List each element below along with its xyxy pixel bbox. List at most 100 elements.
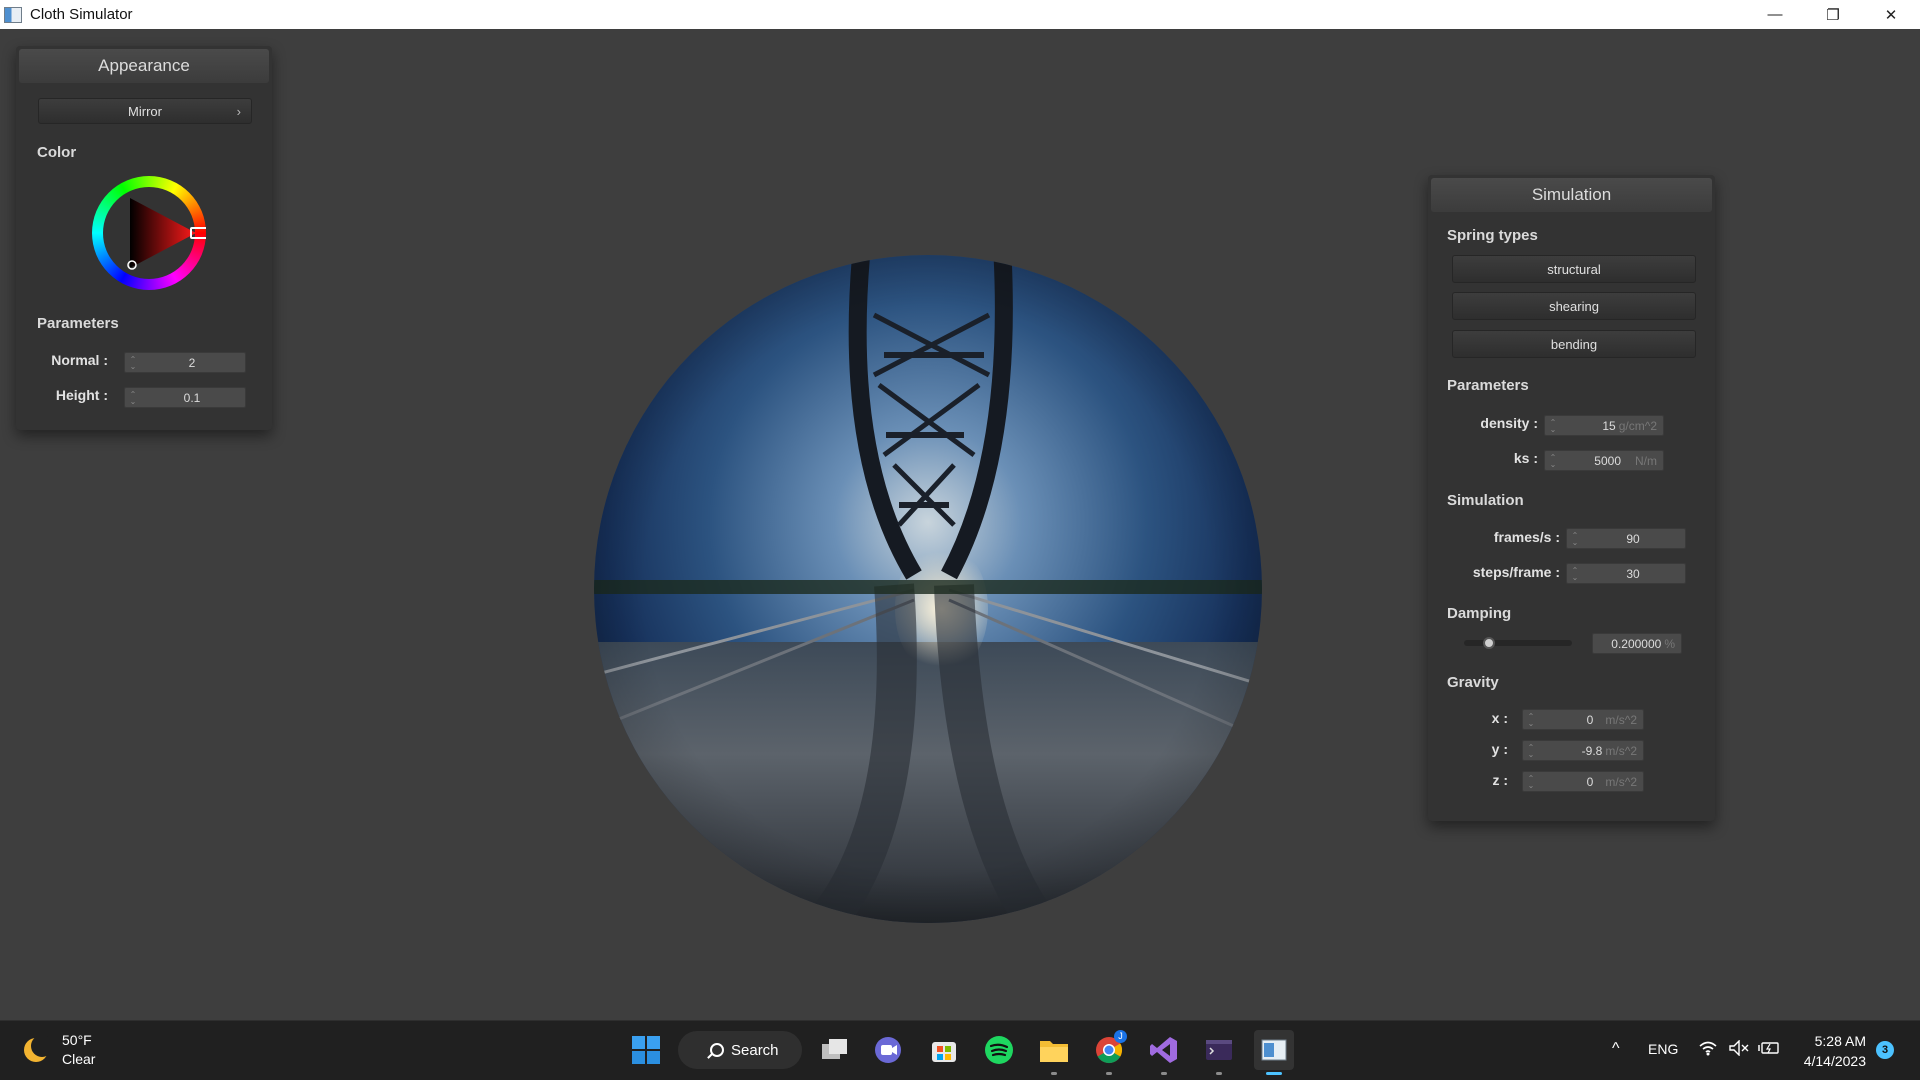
material-dropdown[interactable]: Mirror › [38, 98, 252, 124]
search-label: Search [731, 1041, 779, 1059]
material-value: Mirror [128, 103, 162, 119]
spotify-app-button[interactable] [979, 1030, 1019, 1070]
weather-temp: 50°F [62, 1032, 92, 1048]
spinner-arrows-icon[interactable]: ⌃ ⌄ [1547, 453, 1559, 468]
saturation-triangle[interactable] [92, 176, 206, 290]
spotify-icon [985, 1036, 1013, 1064]
file-explorer-button[interactable] [1034, 1030, 1074, 1070]
battery-charging-icon[interactable] [1758, 1040, 1780, 1059]
wifi-icon[interactable] [1698, 1040, 1718, 1059]
height-label: Height : [55, 387, 108, 403]
gravity-x-label: x : [1491, 710, 1508, 726]
restore-button[interactable]: ❐ [1804, 0, 1862, 29]
language-indicator[interactable]: ENG [1648, 1041, 1678, 1057]
volume-muted-icon[interactable] [1729, 1039, 1749, 1059]
taskbar-search[interactable]: Search [678, 1031, 802, 1069]
spinner-arrows-icon[interactable]: ⌃ ⌄ [1525, 774, 1537, 789]
height-spinbox[interactable]: ⌃ ⌄ 0.1 [124, 387, 246, 408]
gravity-y-unit: m/s^2 [1605, 743, 1637, 758]
appearance-header: Appearance [19, 49, 269, 83]
density-label: density : [1480, 415, 1538, 431]
gravity-z-spinbox[interactable]: ⌃ ⌄ 0 m/s^2 [1522, 771, 1644, 792]
task-view-button[interactable] [815, 1030, 855, 1070]
sim-params-label: Parameters [1447, 377, 1529, 394]
gravity-y-label: y : [1491, 741, 1508, 757]
spring-types-label: Spring types [1447, 227, 1538, 244]
color-label: Color [37, 144, 77, 161]
damping-unit: % [1664, 636, 1675, 651]
spinner-arrows-icon[interactable]: ⌃ ⌄ [1569, 566, 1581, 581]
spinner-arrows-icon[interactable]: ⌃ ⌄ [127, 390, 139, 405]
color-wheel[interactable] [92, 176, 206, 290]
minimize-button[interactable]: — [1746, 0, 1804, 29]
spinner-arrows-icon[interactable]: ⌃ ⌄ [1525, 712, 1537, 727]
fps-spinbox[interactable]: ⌃ ⌄ 90 [1566, 528, 1686, 549]
clock-date: 4/14/2023 [1803, 1053, 1866, 1069]
notification-badge[interactable]: 3 [1876, 1041, 1894, 1059]
spinner-arrows-icon[interactable]: ⌃ ⌄ [1525, 743, 1537, 758]
density-spinbox[interactable]: ⌃ ⌄ 15 g/cm^2 [1544, 415, 1664, 436]
normal-spinbox[interactable]: ⌃ ⌄ 2 [124, 352, 246, 373]
chevron-right-icon: › [236, 103, 241, 119]
terminal-app-button[interactable] [1199, 1030, 1239, 1070]
spinner-arrows-icon[interactable]: ⌃ ⌄ [1547, 418, 1559, 433]
visual-studio-running-indicator [1161, 1072, 1167, 1075]
clock-time: 5:28 AM [1814, 1033, 1866, 1049]
weather-widget[interactable]: 50°F Clear [22, 1031, 95, 1069]
gravity-label: Gravity [1447, 674, 1499, 691]
cloth-simulator-taskbar-button[interactable] [1254, 1030, 1294, 1070]
app-icon [4, 6, 22, 23]
steps-spinbox[interactable]: ⌃ ⌄ 30 [1566, 563, 1686, 584]
damping-slider-handle[interactable] [1483, 637, 1496, 649]
ks-spinbox[interactable]: ⌃ ⌄ 5000 N/m [1544, 450, 1664, 471]
height-value: 0.1 [183, 390, 201, 405]
window-title: Cloth Simulator [30, 6, 133, 23]
moon-icon [22, 1035, 53, 1064]
file-explorer-running-indicator [1051, 1072, 1057, 1075]
density-value: 15 [1602, 418, 1616, 433]
cloth-simulator-app-icon [1261, 1039, 1287, 1061]
windows-logo-icon [632, 1036, 660, 1064]
normal-value: 2 [188, 355, 196, 370]
damping-slider[interactable] [1464, 637, 1572, 649]
title-bar: Cloth Simulator — ❐ ✕ [0, 0, 1920, 29]
chrome-running-indicator [1106, 1072, 1112, 1075]
shearing-spring-button[interactable]: shearing [1452, 292, 1696, 320]
damping-value-box[interactable]: 0.200000 % [1592, 633, 1682, 654]
store-app-button[interactable] [924, 1030, 964, 1070]
steps-label: steps/frame : [1472, 564, 1560, 580]
clock[interactable]: 5:28 AM 4/14/2023 [1800, 1031, 1866, 1071]
ks-value: 5000 [1594, 453, 1621, 468]
tray-overflow-button[interactable]: ^ [1612, 1040, 1620, 1058]
search-icon [710, 1043, 724, 1057]
simulation-panel: Simulation Spring types structural shear… [1428, 175, 1715, 821]
spinner-arrows-icon[interactable]: ⌃ ⌄ [127, 355, 139, 370]
gravity-x-spinbox[interactable]: ⌃ ⌄ 0 m/s^2 [1522, 709, 1644, 730]
bending-spring-button[interactable]: bending [1452, 330, 1696, 358]
terminal-icon [1206, 1040, 1232, 1060]
mirror-sphere-render[interactable] [594, 255, 1262, 923]
structural-spring-button[interactable]: structural [1452, 255, 1696, 283]
ks-unit: N/m [1635, 453, 1657, 468]
close-button[interactable]: ✕ [1862, 0, 1920, 29]
chrome-app-button[interactable]: J [1089, 1030, 1129, 1070]
gravity-z-unit: m/s^2 [1605, 774, 1637, 789]
folder-icon [1040, 1041, 1068, 1062]
spinner-arrows-icon[interactable]: ⌃ ⌄ [1569, 531, 1581, 546]
fps-value: 90 [1626, 531, 1640, 546]
weather-condition: Clear [62, 1051, 96, 1067]
visual-studio-icon [1150, 1037, 1177, 1063]
terminal-running-indicator [1216, 1072, 1222, 1075]
damping-label: Damping [1447, 605, 1512, 622]
gravity-z-label: z : [1492, 772, 1508, 788]
sphere-shading [594, 255, 1262, 923]
chat-app-button[interactable] [869, 1030, 909, 1070]
simulation-header: Simulation [1431, 178, 1712, 212]
start-button[interactable] [626, 1030, 666, 1070]
gravity-y-spinbox[interactable]: ⌃ ⌄ -9.8 m/s^2 [1522, 740, 1644, 761]
simulation-section-label: Simulation [1447, 492, 1524, 509]
visual-studio-button[interactable] [1144, 1030, 1184, 1070]
video-chat-icon [875, 1037, 901, 1063]
store-icon [932, 1042, 956, 1062]
gravity-z-value: 0 [1586, 774, 1594, 789]
